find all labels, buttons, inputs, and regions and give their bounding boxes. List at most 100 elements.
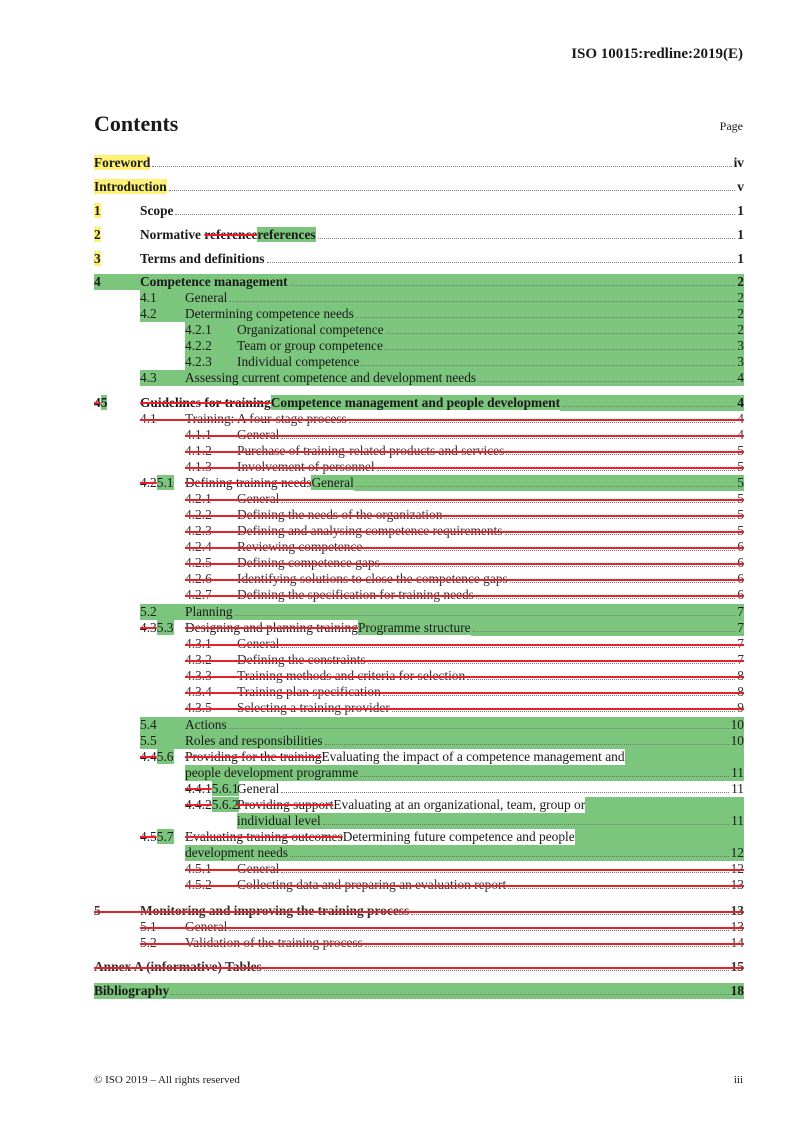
dot-leader <box>367 662 736 664</box>
page-ref: 2 <box>737 306 744 321</box>
deleted-section-number: 4.4.2 <box>185 797 212 812</box>
section-title: Normative referencereferences <box>140 227 316 242</box>
dot-leader <box>266 261 736 263</box>
toc-entry-5-6-1[interactable]: 4.4.15.6.1 General 11 <box>94 781 744 797</box>
toc-entry-old-4-5-1[interactable]: 4.5.1General12 <box>94 861 744 877</box>
dot-leader <box>475 597 736 599</box>
section-number: 2 <box>94 227 101 242</box>
dot-leader <box>322 823 730 825</box>
toc-entry-old-4-2-5[interactable]: 4.2.5Defining competence gaps6 <box>94 555 744 571</box>
toc-entry-scope[interactable]: 1 Scope 1 <box>94 203 744 219</box>
toc-entry-old-5[interactable]: 5Monitoring and improving the training p… <box>94 903 744 919</box>
toc-entry-4-2-1[interactable]: 4.2.1 Organizational competence 2 <box>185 322 744 338</box>
dot-leader <box>562 405 736 407</box>
toc-entry-terms[interactable]: 3 Terms and definitions 1 <box>94 251 744 267</box>
deleted-title-text: reference <box>204 227 258 242</box>
deleted-section-number: 4 <box>94 395 101 410</box>
strikethrough-line <box>185 885 744 887</box>
toc-entry-old-4-1-3[interactable]: 4.1.3Involvement of personnel5 <box>94 459 744 475</box>
page-ref: 7 <box>737 620 744 635</box>
toc-entry-old-4-3-2[interactable]: 4.3.2Defining the constraints7 <box>94 652 744 668</box>
toc-entry-5-7[interactable]: 4.55.7 Evaluating training outcomesDeterm… <box>94 829 744 845</box>
section-number: 3 <box>94 251 101 266</box>
toc-entry-4-1[interactable]: 4.1 General 2 <box>140 290 744 306</box>
strikethrough-line <box>185 644 744 646</box>
toc-entry-5[interactable]: 45 Guidelines for trainingCompetence mana… <box>94 395 744 411</box>
page-ref: 10 <box>730 717 744 732</box>
toc-entry-old-5-1[interactable]: 5.1General13 <box>94 919 744 935</box>
toc-entry-5-5[interactable]: 5.5 Roles and responsibilities 10 <box>140 733 744 749</box>
toc-entry-old-4-3-4[interactable]: 4.3.4Training plan specification8 <box>94 684 744 700</box>
page-ref: 4 <box>737 370 744 385</box>
toc-entry-old-4-2-3[interactable]: 4.2.3Defining and analysing competence r… <box>94 523 744 539</box>
section-number: 4.35.3 <box>140 620 174 635</box>
toc-entry-old-4-2-4[interactable]: 4.2.4Reviewing competence6 <box>94 539 744 555</box>
toc-entry-old-4-2-7[interactable]: 4.2.7Defining the specification for trai… <box>94 587 744 603</box>
toc-entry-bibliography[interactable]: Bibliography 18 <box>94 983 744 999</box>
toc-entry-5-1[interactable]: 4.25.1 Defining training needsGeneral 5 <box>94 475 744 491</box>
toc-entry-4-3[interactable]: 4.3 Assessing current competence and deve… <box>140 370 744 386</box>
section-title: Guidelines for trainingCompetence manage… <box>140 395 561 410</box>
strikethrough-line <box>140 419 744 421</box>
toc-entry-4-2[interactable]: 4.2 Determining competence needs 2 <box>140 306 744 322</box>
dot-leader <box>478 380 736 382</box>
deleted-title-text: Providing for the training <box>185 749 322 764</box>
toc-entry-5-6-2-continued[interactable]: individual level 11 <box>237 813 744 829</box>
deleted-title-text: Providing support <box>237 797 334 812</box>
dot-leader <box>175 213 736 215</box>
section-title: Team or group competence <box>237 338 383 353</box>
toc-entry-old-4-1-2[interactable]: 4.1.2Purchase of training-related produc… <box>94 443 744 459</box>
strikethrough-line <box>185 435 744 437</box>
dot-leader <box>506 453 736 455</box>
toc-entry-4-2-2[interactable]: 4.2.2 Team or group competence 3 <box>185 338 744 354</box>
page-ref: 2 <box>737 322 744 337</box>
section-title: Evaluating training outcomesDetermining … <box>185 829 575 844</box>
toc-entry-4-2-3[interactable]: 4.2.3 Individual competence 3 <box>185 354 744 370</box>
toc-entry-old-4-3-3[interactable]: 4.3.3Training methods and criteria for s… <box>94 668 744 684</box>
page-ref: 4 <box>737 395 744 410</box>
toc-entry-normative-references[interactable]: 2 Normative referencereferences 1 <box>94 227 744 243</box>
page-ref: 7 <box>737 604 744 619</box>
page-ref: v <box>737 179 744 194</box>
toc-entry-introduction[interactable]: Introduction v <box>94 179 744 195</box>
toc-entry-5-2[interactable]: 5.2 Planning 7 <box>140 604 744 620</box>
section-title: Individual competence <box>237 354 360 369</box>
deleted-section-number: 4.4 <box>140 749 157 764</box>
dot-leader <box>360 775 730 777</box>
page-ref: 1 <box>737 251 744 266</box>
toc-entry-5-6[interactable]: 4.45.6 Providing for the trainingEvaluati… <box>94 749 744 765</box>
toc-entry-old-4-2-2[interactable]: 4.2.2Defining the needs of the organizat… <box>94 507 744 523</box>
toc-entry-competence-management[interactable]: 4 Competence management 2 <box>94 274 744 290</box>
toc-entry-old-4-3-5[interactable]: 4.3.5Selecting a training provider9 <box>94 700 744 716</box>
toc-entry-old-4-1-1[interactable]: 4.1.1General4 <box>94 427 744 443</box>
toc-entry-5-6-2[interactable]: 4.4.25.6.2 Providing supportEvaluating at… <box>94 797 744 813</box>
strikethrough-line <box>94 967 744 969</box>
page-ref: 12 <box>730 845 744 860</box>
toc-entry-5-4[interactable]: 5.4 Actions 10 <box>140 717 744 733</box>
dot-leader <box>382 694 736 696</box>
section-number: 4.3 <box>140 370 157 385</box>
page-ref: 2 <box>737 274 744 289</box>
toc-entry-old-4-5-2[interactable]: 4.5.2Collecting data and preparing an ev… <box>94 877 744 893</box>
dot-leader <box>467 678 736 680</box>
toc-entry-5-7-continued[interactable]: development needs 12 <box>185 845 744 861</box>
page-ref: 1 <box>737 227 744 242</box>
toc-entry-old-5-2[interactable]: 5.2Validation of the training process14 <box>94 935 744 951</box>
toc-entry-old-4-2-1[interactable]: 4.2.1General5 <box>94 491 744 507</box>
toc-entry-foreword[interactable]: Foreword iv <box>94 155 744 171</box>
dot-leader <box>229 929 729 931</box>
toc-entry-old-4-1[interactable]: 4.1Training: A four-stage process4 <box>94 411 744 427</box>
dot-leader <box>281 871 729 873</box>
toc-entry-5-6-continued[interactable]: people development programme 11 <box>185 765 744 781</box>
dot-leader <box>444 517 736 519</box>
toc-entry-annex-a[interactable]: Annex A (informative) Tables15 <box>94 959 744 975</box>
toc-entry-old-4-3-1[interactable]: 4.3.1General7 <box>94 636 744 652</box>
deleted-section-number: 4.4.1 <box>185 781 212 796</box>
dot-leader <box>234 614 736 616</box>
dot-leader <box>171 993 729 995</box>
page-ref: 5 <box>737 475 744 490</box>
toc-entry-5-3[interactable]: 4.35.3 Designing and planning trainingPro… <box>94 620 744 636</box>
section-title: Introduction <box>94 179 167 194</box>
section-title: Roles and responsibilities <box>185 733 323 748</box>
toc-entry-old-4-2-6[interactable]: 4.2.6Identifying solutions to close the … <box>94 571 744 587</box>
